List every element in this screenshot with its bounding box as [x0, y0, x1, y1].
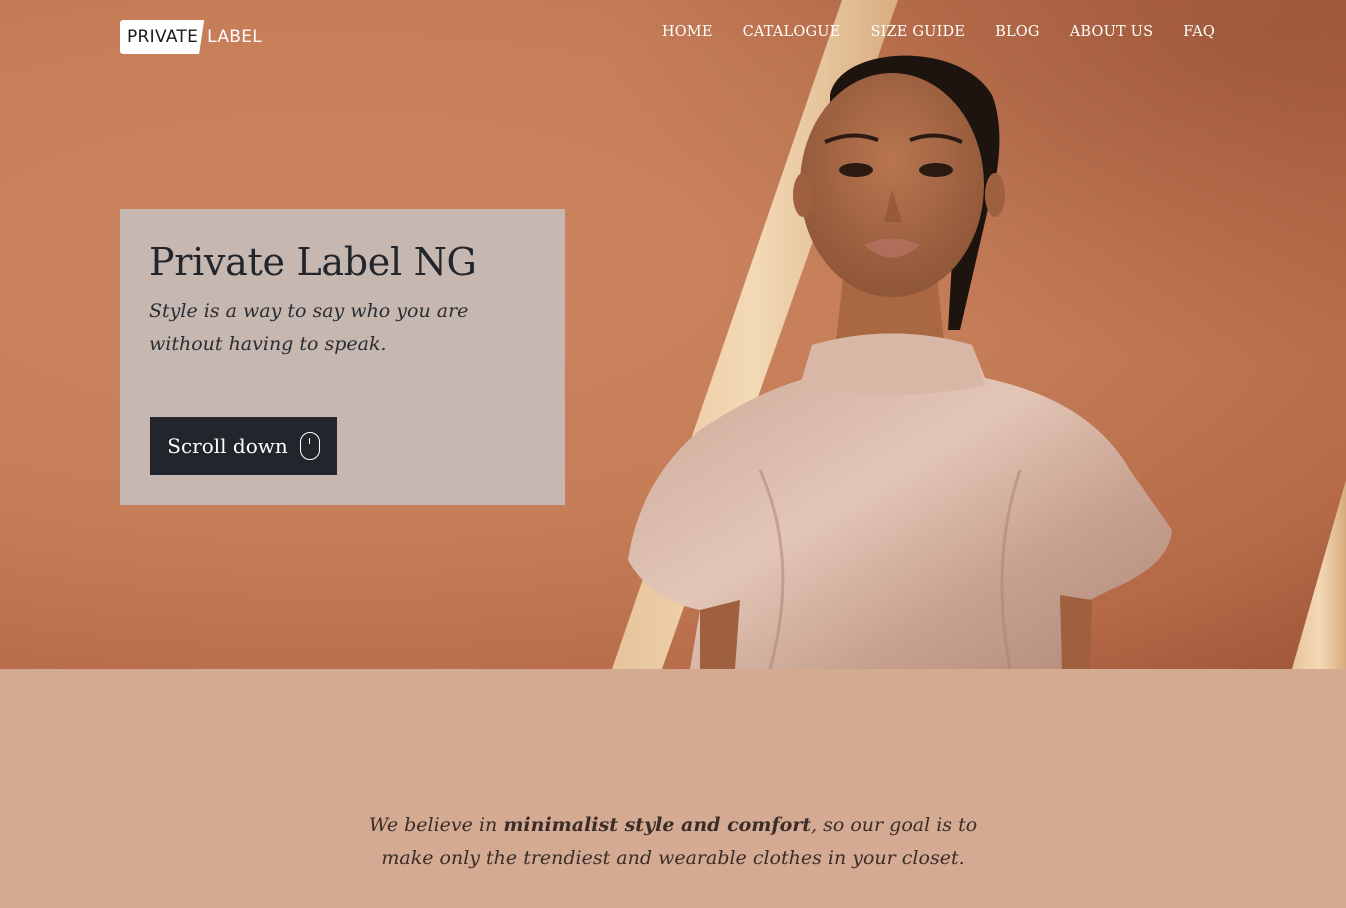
intro-text-emphasis: minimalist style and comfort	[503, 814, 812, 836]
scroll-down-button[interactable]: Scroll down	[150, 417, 337, 475]
logo-text-private: PRIVATE	[120, 20, 205, 54]
nav-item-about-us[interactable]: ABOUT US	[1070, 24, 1154, 40]
nav-item-catalogue[interactable]: CATALOGUE	[743, 24, 841, 40]
nav-item-size-guide[interactable]: SIZE GUIDE	[870, 24, 965, 40]
nav-item-home[interactable]: HOME	[662, 24, 713, 40]
hero-title: Private Label NG	[149, 240, 477, 284]
intro-statement: We believe in minimalist style and comfo…	[348, 809, 998, 875]
intro-section: We believe in minimalist style and comfo…	[0, 669, 1346, 908]
hero-subtitle: Style is a way to say who you are withou…	[149, 300, 469, 355]
main-nav: HOME CATALOGUE SIZE GUIDE BLOG ABOUT US …	[662, 24, 1215, 40]
scroll-down-label: Scroll down	[167, 434, 288, 458]
logo-text-label: LABEL	[207, 27, 263, 47]
brand-logo[interactable]: PRIVATE LABEL	[120, 20, 262, 54]
hero-card: Private Label NG Style is a way to say w…	[120, 209, 565, 505]
nav-item-blog[interactable]: BLOG	[995, 24, 1040, 40]
top-navbar: PRIVATE LABEL HOME CATALOGUE SIZE GUIDE …	[0, 0, 1346, 72]
intro-text-before: We believe in	[368, 814, 504, 836]
nav-item-faq[interactable]: FAQ	[1183, 24, 1215, 40]
mouse-icon	[299, 432, 320, 460]
